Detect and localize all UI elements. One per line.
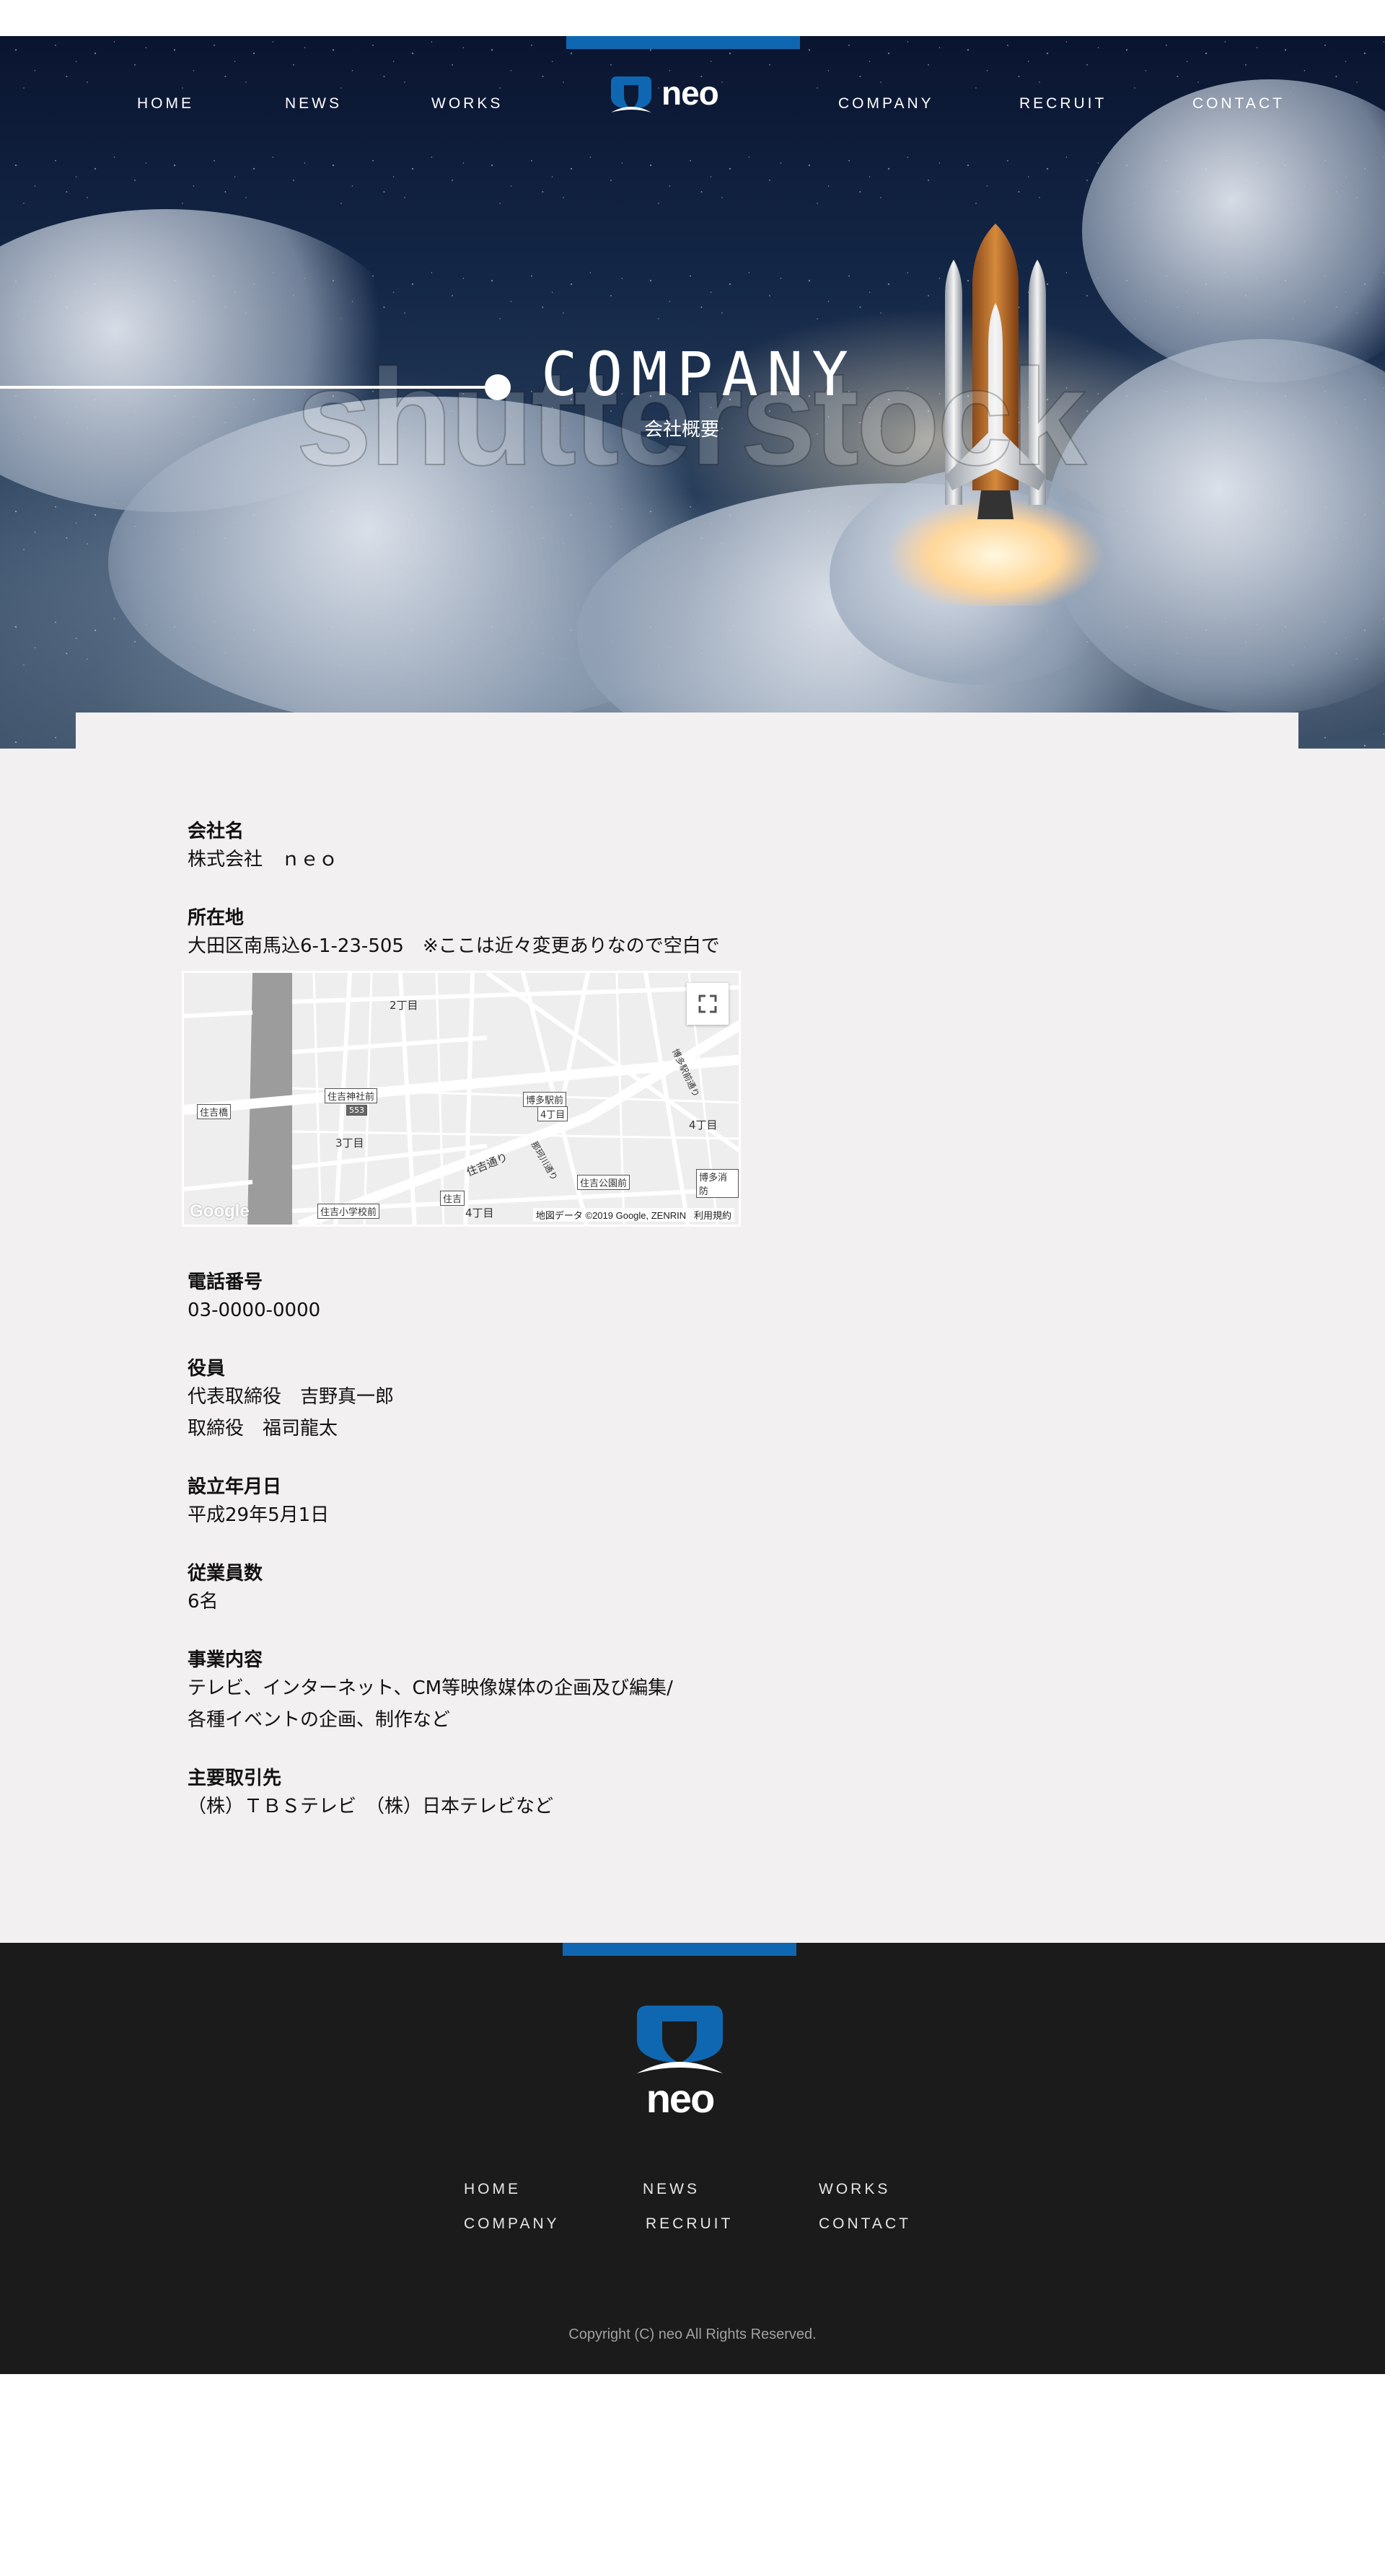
map-label: 3丁目: [335, 1137, 364, 1150]
info-clients: 主要取引先 （株）ＴＢＳテレビ （株）日本テレビなど: [188, 1766, 1053, 1822]
map-label: 博多消防: [696, 1169, 739, 1198]
map-label: 553: [346, 1105, 367, 1116]
map-streets: [184, 973, 739, 1225]
company-info: 会社名 株式会社 ｎｅｏ 所在地 大田区南馬込6-1-23-505 ※ここは近々…: [182, 819, 1053, 1853]
neo-logo-icon: [611, 76, 651, 113]
logo-text: neo: [661, 74, 719, 112]
info-value: 代表取締役 吉野真一郎: [188, 1386, 395, 1408]
map-label: 住吉橋: [197, 1104, 232, 1119]
footer-nav-news[interactable]: NEWS: [643, 2181, 700, 2198]
info-label: 役員: [188, 1358, 226, 1380]
info-value: 平成29年5月1日: [188, 1504, 330, 1526]
info-label: 事業内容: [188, 1649, 263, 1671]
info-label: 所在地: [188, 907, 245, 929]
footer-logo[interactable]: neo: [635, 2004, 725, 2121]
map-label: 住吉: [440, 1191, 465, 1206]
footer: neo HOME NEWS WORKS COMPANY RECRUIT CONT…: [0, 1943, 1385, 2374]
header-logo[interactable]: neo: [610, 72, 739, 115]
header-accent-bar: [566, 36, 800, 49]
copyright-text: Copyright (C) neo All Rights Reserved.: [568, 2326, 817, 2342]
hero-dot: [485, 374, 511, 400]
info-label: 設立年月日: [188, 1476, 282, 1498]
map-label: 4丁目: [465, 1207, 494, 1219]
map-terms-link[interactable]: 利用規約: [694, 1210, 731, 1221]
footer-nav-recruit[interactable]: RECRUIT: [646, 2215, 733, 2233]
info-address: 所在地 大田区南馬込6-1-23-505 ※ここは近々変更ありなので空白で: [188, 906, 1053, 962]
info-established: 設立年月日 平成29年5月1日: [188, 1475, 1053, 1531]
info-company-name: 会社名 株式会社 ｎｅｏ: [188, 819, 1053, 875]
info-phone: 電話番号 03-0000-0000: [188, 1270, 1053, 1326]
logo-text: neo: [646, 2076, 716, 2121]
info-employees: 従業員数 6名: [188, 1561, 1053, 1618]
info-value: テレビ、インターネット、CM等映像媒体の企画及び編集/: [188, 1677, 673, 1699]
info-value: 6名: [188, 1591, 219, 1613]
nav-works[interactable]: WORKS: [431, 95, 503, 113]
footer-nav-contact[interactable]: CONTACT: [819, 2215, 911, 2233]
hero-line: [0, 386, 498, 389]
info-value: 各種イベントの企画、制作など: [188, 1709, 451, 1731]
info-value: 大田区南馬込6-1-23-505 ※ここは近々変更ありなので空白で: [188, 935, 720, 957]
map-label: 住吉神社前: [325, 1088, 378, 1103]
map-label: 4丁目: [537, 1106, 568, 1121]
google-map[interactable]: 2丁目 住吉神社前 住吉橋 3丁目 博多駅前 4丁目 4丁目 住吉公園前 住吉小…: [182, 971, 741, 1227]
footer-nav-home[interactable]: HOME: [464, 2181, 521, 2198]
page-title: COMPANY: [541, 339, 858, 410]
footer-accent-bar: [563, 1943, 796, 1956]
map-label: 住吉小学校前: [317, 1204, 380, 1219]
info-label: 従業員数: [188, 1563, 263, 1584]
neo-logo-icon: [637, 2006, 723, 2073]
fullscreen-icon: [698, 994, 717, 1013]
info-value: （株）ＴＢＳテレビ （株）日本テレビなど: [188, 1796, 554, 1817]
map-fullscreen-button[interactable]: [687, 983, 729, 1025]
map-label: 2丁目: [390, 999, 418, 1012]
map-attribution: 地図データ ©2019 Google, ZENRIN 利用規約: [532, 1208, 734, 1222]
info-value: 株式会社 ｎｅｏ: [188, 849, 338, 870]
info-value: 03-0000-0000: [188, 1300, 321, 1321]
map-label: 4丁目: [689, 1119, 718, 1132]
page-subtitle: 会社概要: [644, 419, 720, 441]
map-label: 博多駅前: [523, 1092, 567, 1107]
nav-recruit[interactable]: RECRUIT: [1019, 95, 1107, 113]
map-attribution-text: 地図データ ©2019 Google, ZENRIN: [535, 1210, 687, 1221]
info-label: 主要取引先: [188, 1768, 282, 1789]
footer-nav-company[interactable]: COMPANY: [464, 2215, 560, 2233]
nav-company[interactable]: COMPANY: [838, 95, 934, 113]
info-label: 電話番号: [188, 1271, 263, 1293]
nav-contact[interactable]: CONTACT: [1192, 95, 1285, 113]
info-value: 取締役 福司龍太: [188, 1418, 338, 1439]
map-label: 住吉公園前: [577, 1175, 630, 1190]
info-officers: 役員 代表取締役 吉野真一郎 取締役 福司龍太: [188, 1357, 1053, 1444]
nav-news[interactable]: NEWS: [285, 95, 342, 113]
google-logo: Google: [190, 1201, 250, 1221]
footer-nav-works[interactable]: WORKS: [819, 2181, 890, 2198]
info-label: 会社名: [188, 821, 245, 842]
content-panel-top: [76, 713, 1298, 750]
info-business: 事業内容 テレビ、インターネット、CM等映像媒体の企画及び編集/ 各種イベントの…: [188, 1648, 1053, 1736]
nav-home[interactable]: HOME: [137, 95, 194, 113]
